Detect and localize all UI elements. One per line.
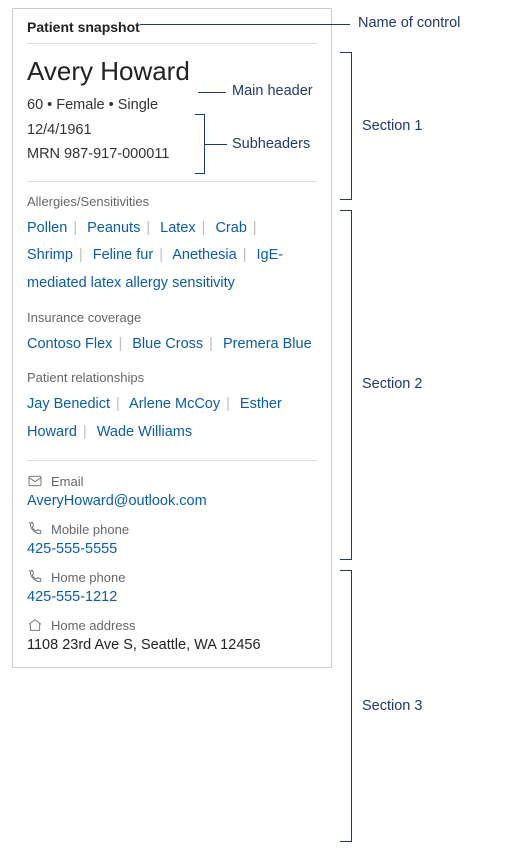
address-value: 1108 23rd Ave S, Seattle, WA 12456 <box>27 637 317 653</box>
card-title: Patient snapshot <box>13 9 331 43</box>
separator: | <box>243 247 247 263</box>
insurance-list: Contoso Flex | Blue Cross | Premera Blue <box>27 331 317 359</box>
home-phone-link[interactable]: 425-555-1212 <box>27 589 317 605</box>
separator: | <box>226 396 230 412</box>
insurance-link[interactable]: Premera Blue <box>223 336 312 352</box>
section-1: Avery Howard 60 • Female • Single 12/4/1… <box>13 44 331 181</box>
separator: | <box>202 220 206 236</box>
separator: | <box>146 220 150 236</box>
annotation-subheaders: Subheaders <box>232 136 310 152</box>
annotation-section-3: Section 3 <box>362 698 422 714</box>
separator: | <box>83 424 87 440</box>
allergy-link[interactable]: Anethesia <box>172 247 237 263</box>
relationship-link[interactable]: Wade Williams <box>97 424 192 440</box>
section-3: Email AveryHoward@outlook.com Mobile pho… <box>13 461 331 667</box>
phone-icon <box>27 569 43 585</box>
mail-icon <box>27 473 43 489</box>
annotation-section-1: Section 1 <box>362 118 422 134</box>
separator: | <box>118 336 122 352</box>
patient-snapshot-card: Patient snapshot Avery Howard 60 • Femal… <box>12 8 332 668</box>
mobile-label: Mobile phone <box>51 522 129 537</box>
relationships-label: Patient relationships <box>27 370 317 385</box>
separator: | <box>73 220 77 236</box>
allergy-link[interactable]: Peanuts <box>87 220 140 236</box>
section-2: Allergies/Sensitivities Pollen| Peanuts|… <box>13 182 331 460</box>
relationships-list: Jay Benedict| Arlene McCoy| Esther Howar… <box>27 391 317 446</box>
address-label: Home address <box>51 618 136 633</box>
relationship-link[interactable]: Arlene McCoy <box>129 396 220 412</box>
section-bracket <box>340 210 352 560</box>
callout-line <box>140 24 350 25</box>
allergy-link[interactable]: Latex <box>160 220 195 236</box>
contact-mobile: Mobile phone 425-555-5555 <box>27 521 317 557</box>
contact-email: Email AveryHoward@outlook.com <box>27 473 317 509</box>
annotation-section-2: Section 2 <box>362 376 422 392</box>
callout-bracket <box>195 114 205 174</box>
callout-line <box>198 92 226 93</box>
separator: | <box>159 247 163 263</box>
home-phone-label: Home phone <box>51 570 125 585</box>
allergy-link[interactable]: Shrimp <box>27 247 73 263</box>
separator: | <box>79 247 83 263</box>
insurance-link[interactable]: Blue Cross <box>132 336 203 352</box>
section-bracket <box>340 570 352 842</box>
allergies-list: Pollen| Peanuts| Latex| Crab| Shrimp| Fe… <box>27 215 317 298</box>
separator: | <box>116 396 120 412</box>
section-bracket <box>340 52 352 200</box>
email-label: Email <box>51 474 84 489</box>
allergy-link[interactable]: Feline fur <box>93 247 153 263</box>
relationship-link[interactable]: Jay Benedict <box>27 396 110 412</box>
mobile-link[interactable]: 425-555-5555 <box>27 541 317 557</box>
insurance-link[interactable]: Contoso Flex <box>27 336 112 352</box>
home-icon <box>27 617 43 633</box>
email-link[interactable]: AveryHoward@outlook.com <box>27 493 317 509</box>
callout-line <box>205 144 227 145</box>
allergy-link[interactable]: Crab <box>215 220 246 236</box>
phone-icon <box>27 521 43 537</box>
contact-address: Home address 1108 23rd Ave S, Seattle, W… <box>27 617 317 653</box>
annotation-main-header: Main header <box>232 83 313 99</box>
allergies-label: Allergies/Sensitivities <box>27 194 317 209</box>
allergy-link[interactable]: Pollen <box>27 220 67 236</box>
separator: | <box>209 336 213 352</box>
separator: | <box>253 220 257 236</box>
contact-home-phone: Home phone 425-555-1212 <box>27 569 317 605</box>
annotation-name-of-control: Name of control <box>358 15 460 31</box>
insurance-label: Insurance coverage <box>27 310 317 325</box>
